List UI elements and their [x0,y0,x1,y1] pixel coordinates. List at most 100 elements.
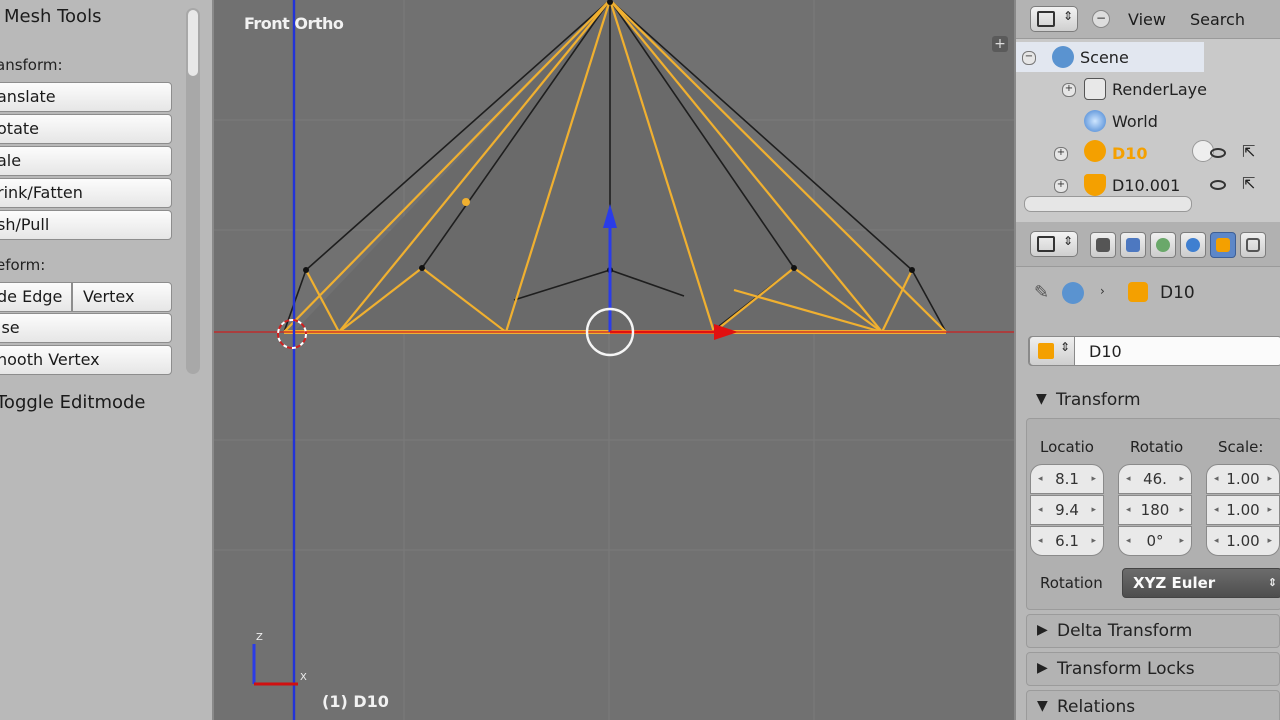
rotation-y-field[interactable]: ◂ 180 ▸ [1118,495,1192,525]
outliner-label-d10-001: D10.001 [1112,176,1181,195]
expand-icon[interactable]: − [1022,51,1036,65]
scale-label: Scale: [1218,438,1264,456]
triangle-down-icon: ▼ [1036,391,1047,407]
rotation-mode-label: Rotation [1040,574,1103,592]
triangle-right-icon: ▶ [1037,660,1048,676]
rotation-x-field[interactable]: ◂ 46. ▸ [1118,464,1192,494]
scene-icon [1156,238,1170,252]
slide-edge-button[interactable]: de Edge [0,282,72,312]
relations-panel-header[interactable]: ▼ Relations [1026,690,1280,720]
outliner-row-renderlayers[interactable]: + RenderLaye [1016,74,1280,104]
transform-panel-title: Transform [1056,390,1141,410]
shrink-fatten-button[interactable]: rink/Fatten [0,178,172,208]
scale-x-field[interactable]: ◂ 1.00 ▸ [1206,464,1280,494]
object-icon [1038,343,1054,359]
rotation-z-field[interactable]: ◂ 0° ▸ [1118,526,1192,556]
rotation-mode-select[interactable]: XYZ Euler ⇕ [1122,568,1280,598]
editor-type-button[interactable]: ⇕ [1030,6,1078,32]
slide-vertex-button[interactable]: Vertex [72,282,172,312]
outliner-row-d10[interactable]: + D10 ⇱ [1016,138,1280,168]
expand-icon[interactable]: + [1054,147,1068,161]
outliner-scrollbar[interactable] [1024,196,1192,212]
location-label: Locatio [1040,438,1094,456]
expand-icon[interactable]: + [1062,83,1076,97]
viewport-canvas: Z X [214,0,1014,720]
collapse-menus-button[interactable]: − [1092,10,1110,28]
toggle-editmode-button[interactable]: Toggle Editmode [0,392,146,413]
properties-editor-type-button[interactable]: ⇕ [1030,231,1078,257]
updown-arrow-icon: ⇕ [1267,576,1277,589]
view-menu[interactable]: View [1128,10,1166,29]
scale-y-field[interactable]: ◂ 1.00 ▸ [1206,495,1280,525]
active-vertex [462,198,470,206]
properties-editor: ⇕ ✎ › D10 ⇕ D10 ▼ Transform Locatio Rota… [1014,222,1280,720]
3d-viewport[interactable]: Z X Front Ortho (1) D10 + [214,0,1014,720]
outliner-label-d10: D10 [1112,144,1148,163]
gizmo-z-label: Z [256,632,263,643]
outliner-header: ⇕ − View Search [1016,0,1280,39]
scene-icon [1062,282,1084,304]
eye-icon[interactable] [1210,148,1226,158]
location-x-field[interactable]: ◂ 8.1 ▸ [1030,464,1104,494]
render-layers-icon [1084,78,1106,100]
tool-shelf: Mesh Tools ansform: anslate otate ale ri… [0,0,214,720]
deform-section-label: eform: [0,256,46,274]
translate-button[interactable]: anslate [0,82,172,112]
object-icon [1128,282,1148,302]
transform-section-label: ansform: [0,56,63,74]
gizmo-x-label: X [300,672,307,683]
scale-button[interactable]: ale [0,146,172,176]
outliner-row-scene[interactable]: − Scene [1016,42,1204,72]
smooth-vertex-button[interactable]: nooth Vertex [0,345,172,375]
transform-panel-header[interactable]: ▼ Transform [1026,384,1280,418]
properties-breadcrumb: ✎ › D10 [1016,276,1280,312]
tab-scene[interactable] [1150,232,1176,258]
delta-transform-panel-header[interactable]: ▶ Delta Transform [1026,614,1280,648]
cursor-icon[interactable]: ⇱ [1242,142,1255,161]
eye-icon[interactable] [1210,180,1226,190]
properties-region-toggle[interactable]: + [992,36,1008,52]
tab-constraints[interactable] [1240,232,1266,258]
tool-shelf-scroll-thumb[interactable] [188,10,198,76]
relations-title: Relations [1057,697,1136,717]
active-object-label: (1) D10 [322,692,389,711]
mesh-face [294,0,946,332]
noise-button[interactable]: ise [0,313,172,343]
object-browse-button[interactable]: ⇕ [1029,336,1075,366]
push-pull-button[interactable]: sh/Pull [0,210,172,240]
tab-world[interactable] [1180,232,1206,258]
location-z-field[interactable]: ◂ 6.1 ▸ [1030,526,1104,556]
properties-tabs: ⇕ [1016,222,1280,267]
properties-icon [1037,236,1055,252]
rotate-button[interactable]: otate [0,114,172,144]
breadcrumb-object: D10 [1160,283,1195,303]
expand-icon[interactable]: + [1054,179,1068,193]
chevron-right-icon: › [1100,284,1105,298]
world-icon [1186,238,1200,252]
tab-render[interactable] [1090,232,1116,258]
tab-object[interactable] [1210,232,1236,258]
world-icon [1084,110,1106,132]
outliner-label-renderlayers: RenderLaye [1112,80,1207,99]
transform-locks-panel-header[interactable]: ▶ Transform Locks [1026,652,1280,686]
view-name-label: Front Ortho [244,14,344,33]
object-name-field[interactable]: ⇕ D10 [1028,336,1280,366]
scene-icon [1052,46,1074,68]
location-y-field[interactable]: ◂ 9.4 ▸ [1030,495,1104,525]
object-icon [1216,238,1230,252]
rotation-mode-value: XYZ Euler [1133,574,1216,592]
triangle-right-icon: ▶ [1037,622,1048,638]
search-menu[interactable]: Search [1190,10,1245,29]
updown-arrow-icon: ⇕ [1060,340,1071,354]
object-name-value: D10 [1089,342,1122,361]
render-layers-icon [1126,238,1140,252]
pin-icon[interactable]: ✎ [1034,282,1049,303]
rotation-label: Rotatio [1130,438,1184,456]
constraint-icon [1246,238,1260,252]
scale-z-field[interactable]: ◂ 1.00 ▸ [1206,526,1280,556]
cursor-icon[interactable]: ⇱ [1242,174,1255,193]
camera-icon [1096,238,1110,252]
outliner-row-world[interactable]: World [1016,106,1280,136]
tab-render-layers[interactable] [1120,232,1146,258]
updown-arrow-icon: ⇕ [1063,9,1074,23]
